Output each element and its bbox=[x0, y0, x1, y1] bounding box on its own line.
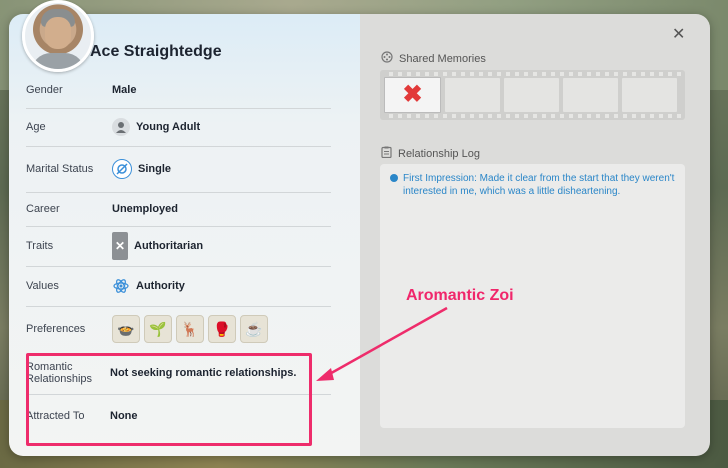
annotation-arrow bbox=[316, 306, 448, 381]
